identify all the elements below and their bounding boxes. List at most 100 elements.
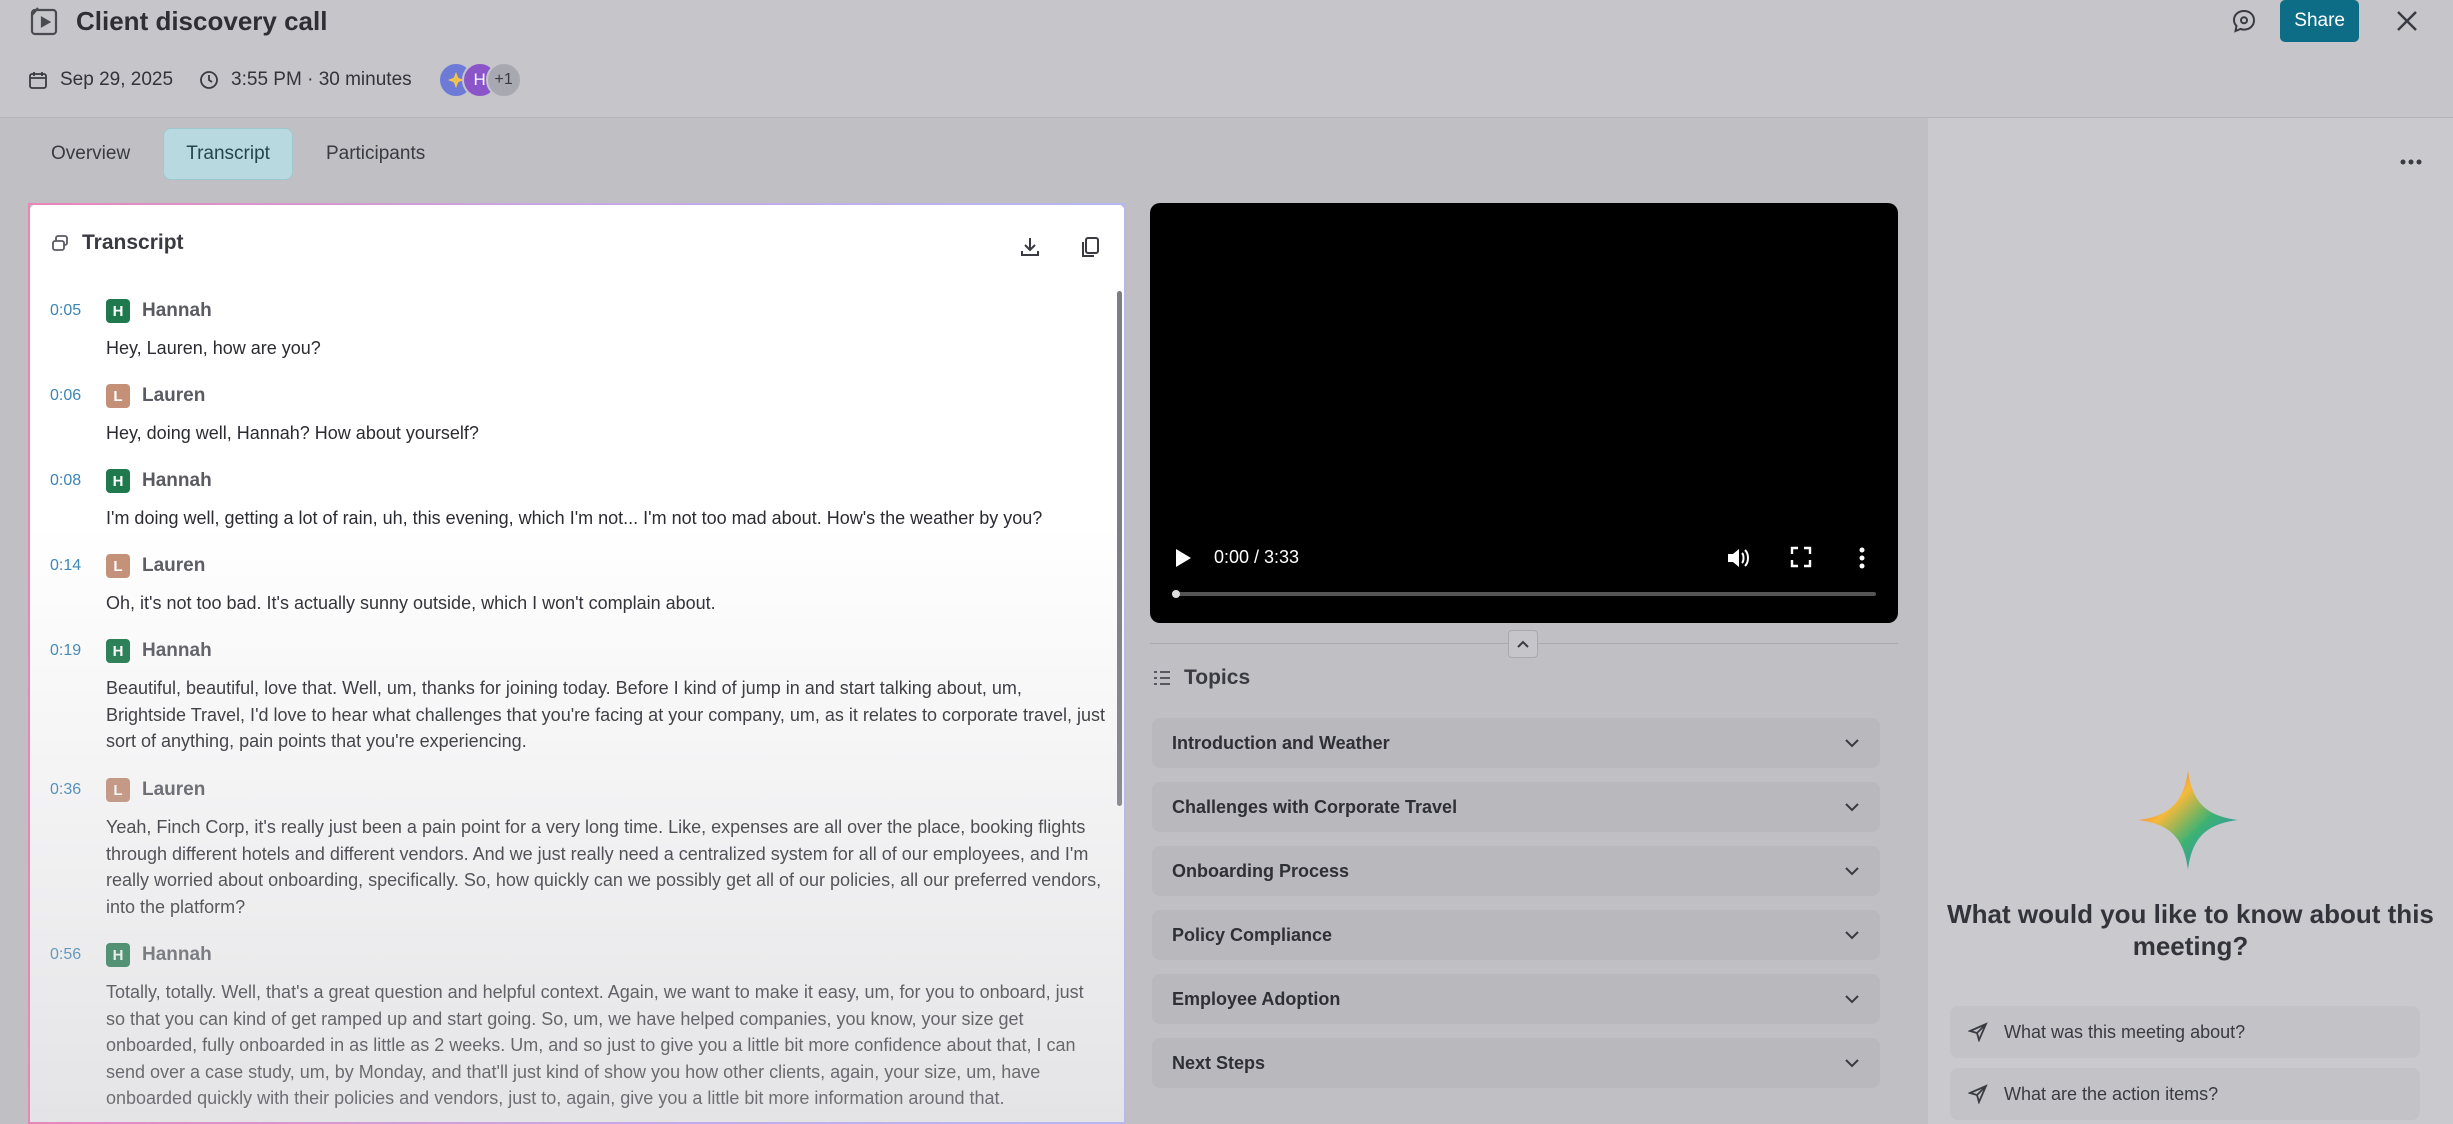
download-button[interactable] — [1012, 229, 1048, 265]
video-options-button[interactable] — [1858, 546, 1866, 575]
topic-item[interactable]: Policy Compliance — [1152, 910, 1880, 960]
speaker-badge: L — [106, 554, 130, 578]
close-icon — [2397, 11, 2417, 31]
comment-button[interactable] — [2226, 3, 2262, 39]
transcript-panel: Transcript 0:05 H Hannah Hey, Lauren, ho… — [28, 203, 1126, 1124]
timestamp-link[interactable]: 0:08 — [50, 472, 106, 490]
topic-label: Challenges with Corporate Travel — [1172, 796, 1458, 817]
speaker-badge: H — [106, 639, 130, 663]
entry-head: 0:08 H Hannah — [50, 467, 1124, 495]
speaker-name: Lauren — [142, 555, 206, 576]
entry-head: 0:05 H Hannah — [50, 297, 1124, 325]
transcript-actions — [988, 229, 1108, 265]
entry-text: I'm doing well, getting a lot of rain, u… — [106, 508, 1043, 528]
meeting-time-text: 3:55 PM · 30 minutes — [231, 69, 412, 90]
speaker-badge: L — [106, 384, 130, 408]
tab-transcript[interactable]: Transcript — [163, 128, 293, 180]
entry-text: Hey, Lauren, how are you? — [106, 338, 321, 358]
entry-text: Yeah, Finch Corp, it's really just been … — [106, 817, 1102, 917]
play-button[interactable] — [1172, 546, 1194, 575]
transcript-entry: 0:06 L Lauren Hey, doing well, Hannah? H… — [50, 382, 1124, 447]
volume-button[interactable] — [1726, 546, 1752, 575]
topic-label: Policy Compliance — [1172, 924, 1333, 945]
view-tabs: Overview Transcript Participants — [28, 128, 458, 180]
more-options-button[interactable] — [2393, 144, 2429, 180]
speaker-name: Hannah — [142, 300, 212, 321]
timestamp-link[interactable]: 0:06 — [50, 387, 106, 405]
suggestion-chip[interactable]: What are the action items? — [1950, 1068, 2420, 1120]
transcript-entry: 0:05 H Hannah Hey, Lauren, how are you? — [50, 297, 1124, 362]
clock-icon — [200, 71, 218, 89]
entry-text: Hey, doing well, Hannah? How about yours… — [106, 423, 479, 443]
topic-item[interactable]: Onboarding Process — [1152, 846, 1880, 896]
assistant-panel: What would you like to know about this m… — [1928, 118, 2453, 1124]
video-time: 0:00 / 3:33 — [1214, 547, 1300, 567]
video-progress-bar[interactable] — [1172, 590, 1876, 598]
topic-label: Employee Adoption — [1172, 988, 1341, 1009]
timestamp-link[interactable]: 0:14 — [50, 557, 106, 575]
assistant-heading: What would you like to know about this m… — [1947, 899, 2434, 961]
transcript-entry: 0:19 H Hannah Beautiful, beautiful, love… — [50, 637, 1124, 755]
entry-head: 0:19 H Hannah — [50, 637, 1124, 665]
chevron-down-icon — [1845, 931, 1859, 940]
topic-item[interactable]: Next Steps — [1152, 1038, 1880, 1088]
topic-label: Introduction and Weather — [1172, 732, 1390, 753]
fullscreen-button[interactable] — [1790, 546, 1812, 573]
list-icon — [1154, 671, 1170, 685]
chat-bubble-icon — [2233, 9, 2256, 33]
topics-header: Topics — [1152, 666, 1250, 690]
transcript-entry: 0:36 L Lauren Yeah, Finch Corp, it's rea… — [50, 776, 1124, 920]
timestamp-link[interactable]: 0:56 — [50, 946, 106, 964]
entry-head: 0:14 L Lauren — [50, 552, 1124, 580]
meeting-meta: Sep 29, 2025 3:55 PM · 30 minutes H +1 — [28, 62, 522, 98]
entry-head: 0:06 L Lauren — [50, 382, 1124, 410]
horizontal-dots-icon — [2400, 159, 2422, 165]
timestamp-link[interactable]: 0:05 — [50, 302, 106, 320]
video-progress-knob[interactable] — [1172, 590, 1180, 598]
meeting-title: Client discovery call — [76, 5, 328, 36]
tab-participants[interactable]: Participants — [303, 128, 448, 180]
suggestion-text: What was this meeting about? — [2004, 1021, 2246, 1042]
meeting-date-text: Sep 29, 2025 — [60, 69, 174, 90]
meeting-header: Client discovery call Sep 29, 2025 3:55 … — [0, 0, 2453, 118]
topic-item[interactable]: Employee Adoption — [1152, 974, 1880, 1024]
play-icon — [1176, 549, 1191, 567]
avatar-overflow-count[interactable]: +1 — [485, 62, 522, 98]
speaker-badge: L — [106, 778, 130, 802]
speaker-badge: H — [106, 943, 130, 967]
send-icon — [1968, 1084, 1988, 1104]
timestamp-link[interactable]: 0:36 — [50, 781, 106, 799]
topic-label: Onboarding Process — [1172, 860, 1350, 881]
suggestion-chip[interactable]: What was this meeting about? — [1950, 1006, 2420, 1058]
send-icon — [1968, 1022, 1988, 1042]
topic-label: Next Steps — [1172, 1052, 1266, 1073]
suggestion-text: What are the action items? — [2004, 1083, 2219, 1104]
copy-button[interactable] — [1072, 229, 1108, 265]
meeting-date: Sep 29, 2025 — [28, 69, 173, 91]
timestamp-link[interactable]: 0:19 — [50, 642, 106, 660]
transcript-entry: 0:56 H Hannah Totally, totally. Well, th… — [50, 941, 1124, 1112]
transcript-header: Transcript — [50, 231, 184, 255]
close-button[interactable] — [2389, 3, 2425, 39]
chevron-down-icon — [1845, 739, 1859, 748]
speaker-badge: H — [106, 469, 130, 493]
participant-avatars[interactable]: H +1 — [437, 62, 522, 98]
chevron-down-icon — [1845, 867, 1859, 876]
entry-head: 0:36 L Lauren — [50, 776, 1124, 804]
topic-item[interactable]: Introduction and Weather — [1152, 718, 1880, 768]
speaker-name: Hannah — [142, 470, 212, 491]
collapse-video-button[interactable] — [1508, 630, 1538, 658]
transcript-icon — [52, 235, 68, 251]
chevron-down-icon — [1845, 1059, 1859, 1068]
volume-icon — [1728, 549, 1749, 567]
entry-text: Oh, it's not too bad. It's actually sunn… — [106, 593, 716, 613]
speaker-name: Hannah — [142, 944, 212, 965]
topic-item[interactable]: Challenges with Corporate Travel — [1152, 782, 1880, 832]
entry-text: Totally, totally. Well, that's a great q… — [106, 982, 1084, 1108]
transcript-title: Transcript — [82, 231, 184, 254]
share-button[interactable]: Share — [2280, 0, 2359, 42]
tab-overview[interactable]: Overview — [28, 128, 153, 180]
entry-text: Beautiful, beautiful, love that. Well, u… — [106, 678, 1106, 751]
ai-sparkle-icon — [2138, 770, 2238, 870]
chevron-up-icon — [1517, 640, 1529, 648]
